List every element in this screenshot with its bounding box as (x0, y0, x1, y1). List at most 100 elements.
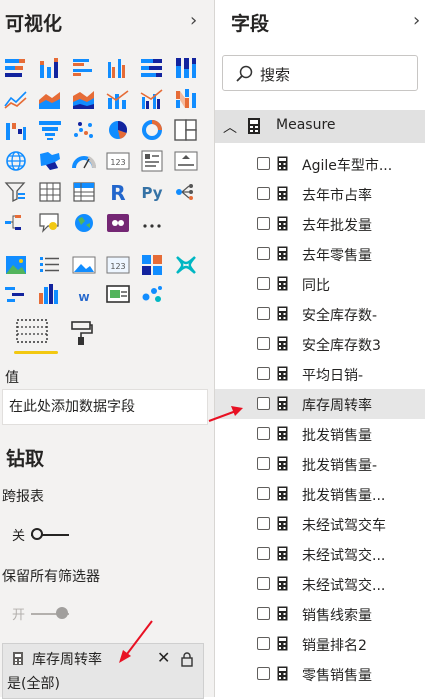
field-row[interactable]: 去年批发量 (215, 209, 425, 239)
image-visual-icon[interactable] (2, 252, 29, 276)
collapse-fields-icon[interactable]: › (413, 10, 420, 31)
field-row[interactable]: 安全库存数- (215, 299, 425, 329)
format-tab[interactable] (70, 320, 94, 350)
cross-report-switch[interactable] (31, 527, 70, 542)
keep-filters-toggle[interactable]: 开 (12, 604, 70, 623)
stacked-bar-icon[interactable] (2, 55, 29, 79)
field-row[interactable]: 未经试驾交... (215, 569, 425, 599)
tile-visual-icon[interactable] (138, 252, 165, 276)
donut-chart-icon[interactable] (138, 117, 165, 141)
stacked-area-icon[interactable] (70, 86, 97, 110)
number-card-icon[interactable]: 123 (104, 252, 131, 276)
line-clustered-column-icon[interactable] (138, 86, 165, 110)
waterfall-icon[interactable] (2, 117, 29, 141)
collapse-visualizations-icon[interactable]: › (190, 10, 197, 31)
field-checkbox[interactable] (257, 157, 270, 170)
card-icon[interactable]: 123 (104, 148, 131, 172)
stacked-column-icon[interactable] (36, 55, 63, 79)
remove-filter-icon[interactable]: ✕ (157, 648, 170, 667)
slicer-icon[interactable] (2, 179, 29, 203)
field-name: 去年零售量 (302, 248, 372, 264)
measure-table-row[interactable]: ︿ Measure (215, 110, 425, 143)
image-grid-icon[interactable] (70, 252, 97, 276)
cross-report-toggle[interactable]: 关 (12, 525, 70, 544)
network-visual-icon[interactable] (138, 281, 165, 305)
field-row[interactable]: 批发销售量- (215, 449, 425, 479)
kpi-icon[interactable] (172, 148, 199, 172)
fields-tab[interactable] (14, 318, 58, 354)
matrix-icon[interactable] (70, 179, 97, 203)
field-checkbox[interactable] (257, 457, 270, 470)
field-row[interactable]: 平均日销- (215, 359, 425, 389)
filled-map-icon[interactable] (36, 148, 63, 172)
field-checkbox[interactable] (257, 637, 270, 650)
field-row[interactable]: 去年市占率 (215, 179, 425, 209)
list-visual-icon[interactable] (36, 252, 63, 276)
field-row[interactable]: Agile车型市... (215, 149, 425, 179)
drillthrough-filter-card[interactable]: 库存周转率 ✕ 是(全部) (2, 643, 204, 699)
stacked-column-100-icon[interactable] (172, 55, 199, 79)
ribbon-chart-icon[interactable] (172, 86, 199, 110)
field-checkbox[interactable] (257, 397, 270, 410)
values-drop-zone[interactable]: 在此处添加数据字段 (2, 389, 208, 425)
scatter-icon[interactable] (70, 117, 97, 141)
field-row[interactable]: 零售销售量 (215, 659, 425, 689)
field-row[interactable]: 批发销售量 (215, 419, 425, 449)
table-icon[interactable] (36, 179, 63, 203)
chord-visual-icon[interactable] (172, 252, 199, 276)
field-checkbox[interactable] (257, 277, 270, 290)
area-chart-icon[interactable] (36, 86, 63, 110)
field-checkbox[interactable] (257, 607, 270, 620)
power-apps-icon[interactable] (104, 210, 131, 234)
field-checkbox[interactable] (257, 427, 270, 440)
field-checkbox[interactable] (257, 517, 270, 530)
arcgis-map-icon[interactable] (70, 210, 97, 234)
field-row[interactable]: 未经试驾交... (215, 539, 425, 569)
gauge-icon[interactable] (70, 148, 97, 172)
clustered-bar-icon[interactable] (70, 55, 97, 79)
field-row[interactable]: 批发销售量... (215, 479, 425, 509)
field-row[interactable]: 同比 (215, 269, 425, 299)
lock-icon[interactable] (180, 651, 194, 667)
scroller-visual-icon[interactable] (104, 281, 131, 305)
field-checkbox[interactable] (257, 337, 270, 350)
clustered-column-icon[interactable] (104, 55, 131, 79)
key-influencers-icon[interactable] (172, 179, 199, 203)
fields-search-input[interactable]: 搜索 (222, 55, 418, 91)
field-checkbox[interactable] (257, 247, 270, 260)
qa-icon[interactable] (36, 210, 63, 234)
filter-state: 是(全部) (7, 676, 60, 692)
field-row[interactable]: 安全库存数3 (215, 329, 425, 359)
annotation-arrow-filter (119, 620, 153, 663)
field-checkbox[interactable] (257, 187, 270, 200)
gantt-visual-icon[interactable] (2, 281, 29, 305)
field-row[interactable]: 销量排名2 (215, 629, 425, 659)
field-row[interactable]: 销售线索量 (215, 599, 425, 629)
word-cloud-icon[interactable]: W (70, 281, 97, 305)
line-chart-icon[interactable] (2, 86, 29, 110)
field-checkbox[interactable] (257, 367, 270, 380)
field-checkbox[interactable] (257, 487, 270, 500)
multi-row-card-icon[interactable] (138, 148, 165, 172)
field-row[interactable]: 去年零售量 (215, 239, 425, 269)
python-visual-icon[interactable]: Py (138, 179, 165, 203)
pie-chart-icon[interactable] (104, 117, 131, 141)
decomposition-tree-icon[interactable] (2, 210, 29, 234)
field-checkbox[interactable] (257, 307, 270, 320)
field-checkbox[interactable] (257, 547, 270, 560)
keep-filters-switch[interactable] (31, 606, 70, 621)
funnel-icon[interactable] (36, 117, 63, 141)
map-icon[interactable] (2, 148, 29, 172)
stacked-bar-100-icon[interactable] (138, 55, 165, 79)
field-checkbox[interactable] (257, 577, 270, 590)
field-row[interactable]: 未经试驾交车 (215, 509, 425, 539)
r-visual-icon[interactable]: R (104, 179, 131, 203)
histogram-visual-icon[interactable] (36, 281, 63, 305)
field-row[interactable]: 库存周转率 (215, 389, 425, 419)
collapse-table-icon[interactable]: ︿ (223, 117, 237, 137)
line-column-icon[interactable] (104, 86, 131, 110)
field-checkbox[interactable] (257, 667, 270, 680)
more-visuals-icon[interactable] (138, 210, 165, 234)
treemap-icon[interactable] (172, 117, 199, 141)
field-checkbox[interactable] (257, 217, 270, 230)
